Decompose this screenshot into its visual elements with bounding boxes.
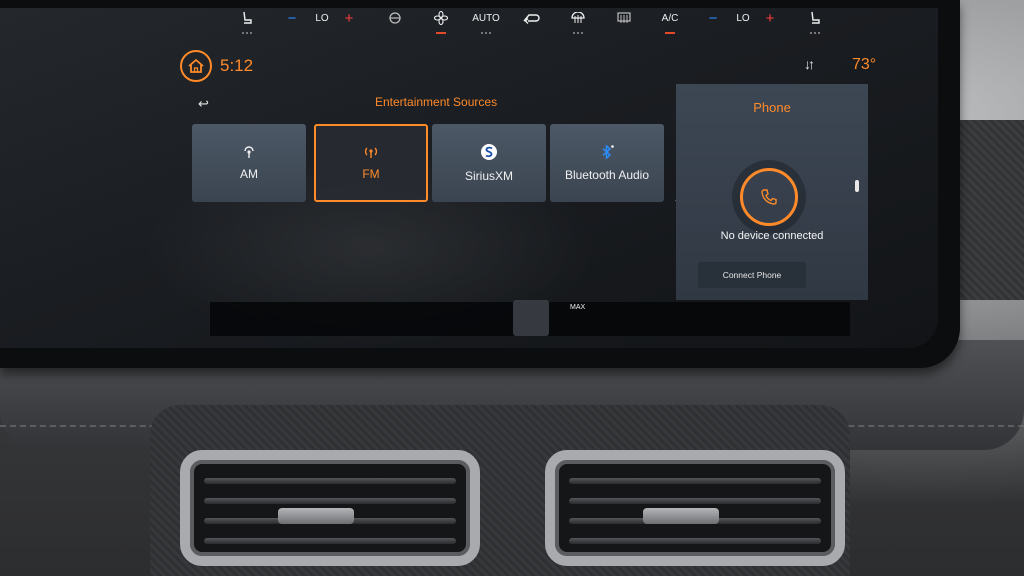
source-tile-bluetooth-audio[interactable]: Bluetooth Audio [550,124,664,202]
back-arrow-icon[interactable]: ↩ [198,96,209,112]
recirculation-highlight [513,300,549,336]
ac-label: A/C [661,12,679,24]
source-label-am: AM [240,167,258,181]
max-defrost-button[interactable] [568,8,588,34]
seat-heat-icon [811,11,820,24]
panel-handle[interactable] [855,180,859,192]
left-fan-level: LO [315,12,329,24]
vent-knob-left[interactable] [278,508,354,524]
defrost-icon [571,12,585,23]
bluetooth-icon [602,144,614,160]
source-label-fm: FM [362,167,380,181]
rear-defrost-button[interactable] [614,8,634,28]
air-vent-left[interactable] [180,450,480,566]
source-tile-fm[interactable]: FM [314,124,428,202]
left-seat-heat-button[interactable] [238,8,256,34]
phone-title: Phone [753,100,791,115]
auto-climate-button[interactable]: AUTO [472,8,500,34]
sort-arrows-icon[interactable]: ↓↑ [804,56,815,72]
right-fan-minus-button[interactable]: − [705,8,721,28]
source-tile-siriusxm[interactable]: SiriusXM [432,124,546,202]
connect-phone-button[interactable]: Connect Phone [698,262,806,288]
outside-temperature: 73° [852,56,877,73]
rear-defrost-icon [617,12,631,23]
vent-knob-right[interactable] [643,508,719,524]
am-radio-icon [244,146,254,158]
entertainment-sources-title: Entertainment Sources [375,95,498,109]
phone-icon [761,189,777,205]
steering-wheel-heat-icon [389,12,401,24]
source-tile-am[interactable]: AM [192,124,306,202]
recirculation-button[interactable] [521,8,541,28]
right-fan-plus-button[interactable]: + [762,8,778,28]
max-defrost-label: MAX [570,304,586,311]
home-button[interactable] [180,50,212,82]
heated-wheel-button[interactable] [386,8,404,28]
auto-label: AUTO [472,12,500,24]
right-seat-heat-button[interactable] [806,8,824,34]
clock: 5:12 [220,56,254,75]
seat-heat-icon [243,11,252,24]
left-fan-plus-button[interactable]: + [341,8,357,28]
air-vent-right[interactable] [545,450,845,566]
home-icon [188,58,204,73]
phone-call-button[interactable] [740,168,798,226]
siriusxm-icon [481,144,497,160]
recirculation-icon [523,14,540,24]
fm-radio-icon [364,147,378,158]
left-fan-minus-button[interactable]: − [284,8,300,28]
ac-button[interactable]: A/C [659,8,681,34]
right-fan-level: LO [736,12,750,24]
phone-panel: Phone No device connected Connect Phone [676,84,868,300]
fan-icon [434,11,448,25]
source-label-bluetooth-audio: Bluetooth Audio [564,168,650,182]
phone-connection-status: No device connected [720,230,824,242]
fan-button[interactable] [431,8,451,34]
source-label-siriusxm: SiriusXM [464,169,513,183]
